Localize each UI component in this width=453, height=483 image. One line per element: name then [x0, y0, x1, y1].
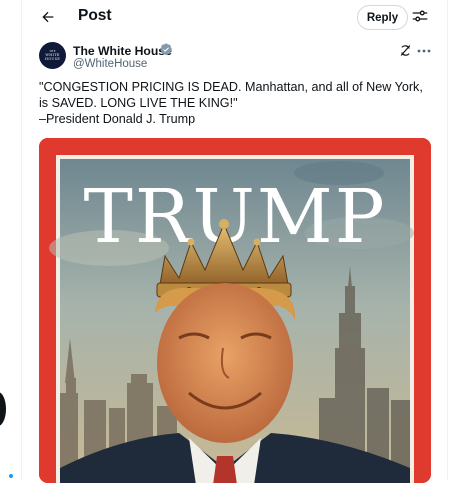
cover-title: TRUMP: [83, 174, 386, 260]
arrow-left-icon: [42, 11, 54, 23]
avatar[interactable]: THE WHITE HOUSE: [39, 42, 66, 69]
notification-dot: [9, 474, 13, 478]
avatar-text: HOUSE: [44, 57, 61, 61]
settings-button[interactable]: [411, 7, 429, 25]
post-image[interactable]: TRUMP: [39, 138, 431, 483]
more-icon[interactable]: [417, 44, 431, 57]
verified-badge-icon: [160, 43, 172, 55]
post-attribution: –President Donald J. Trump: [39, 112, 196, 127]
post-text: "CONGESTION PRICING IS DEAD. Manhattan, …: [39, 79, 434, 128]
page-title: Post: [78, 7, 112, 24]
reply-button[interactable]: Reply: [357, 5, 408, 30]
scroll-handle[interactable]: [0, 392, 6, 426]
post-header: Post Reply: [21, 0, 446, 34]
post-quote: "CONGESTION PRICING IS DEAD. Manhattan, …: [39, 80, 423, 111]
back-button[interactable]: [37, 6, 59, 28]
grok-icon[interactable]: [399, 44, 412, 57]
sliders-icon: [412, 10, 428, 22]
author-handle[interactable]: @WhiteHouse: [73, 58, 147, 70]
author-name[interactable]: The White House: [73, 44, 172, 58]
